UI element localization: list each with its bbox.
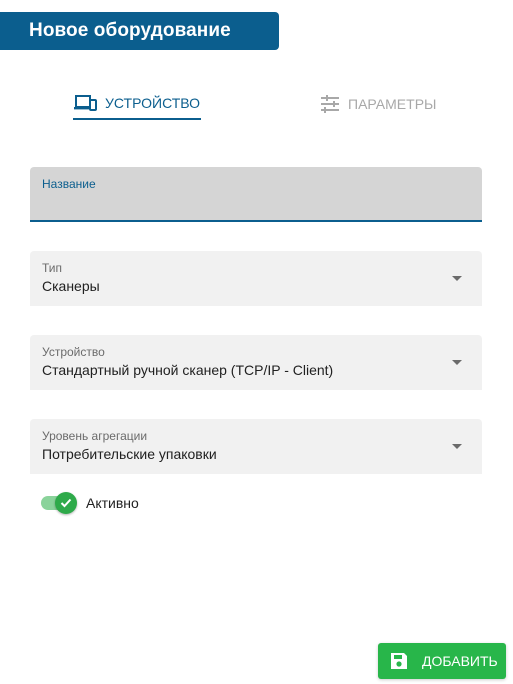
- device-select[interactable]: Устройство Стандартный ручной сканер (TC…: [30, 335, 482, 390]
- tune-icon: [321, 95, 339, 113]
- type-select-label: Тип: [42, 261, 63, 275]
- device-select-value: Стандартный ручной сканер (TCP/IP - Clie…: [42, 362, 334, 378]
- dropdown-arrow-icon: [452, 444, 462, 449]
- device-select-label: Устройство: [42, 345, 105, 359]
- aggregation-select-label: Уровень агрегации: [42, 429, 148, 443]
- active-toggle[interactable]: [41, 492, 77, 514]
- tab-device[interactable]: УСТРОЙСТВО: [73, 88, 201, 120]
- check-icon: [60, 498, 72, 508]
- save-icon: [391, 653, 407, 669]
- name-input[interactable]: [42, 194, 470, 214]
- aggregation-select-value: Потребительские упаковки: [42, 446, 217, 462]
- dialog-title-bar: Новое оборудование: [0, 12, 279, 50]
- dropdown-arrow-icon: [452, 360, 462, 365]
- active-toggle-label: Активно: [86, 495, 139, 511]
- type-select[interactable]: Тип Сканеры: [30, 251, 482, 306]
- add-button-label: ДОБАВИТЬ: [422, 653, 498, 669]
- devices-icon: [74, 95, 97, 111]
- name-field-label: Название: [42, 177, 96, 191]
- type-select-value: Сканеры: [42, 278, 100, 294]
- name-field[interactable]: Название: [30, 167, 482, 222]
- dropdown-arrow-icon: [452, 276, 462, 281]
- aggregation-select[interactable]: Уровень агрегации Потребительские упаков…: [30, 419, 482, 474]
- tab-parameters-label: ПАРАМЕТРЫ: [348, 96, 437, 112]
- dialog-title: Новое оборудование: [29, 20, 231, 41]
- tab-parameters[interactable]: ПАРАМЕТРЫ: [320, 88, 436, 120]
- toggle-thumb: [55, 492, 77, 514]
- tab-device-label: УСТРОЙСТВО: [105, 95, 201, 111]
- add-button[interactable]: ДОБАВИТЬ: [378, 643, 506, 679]
